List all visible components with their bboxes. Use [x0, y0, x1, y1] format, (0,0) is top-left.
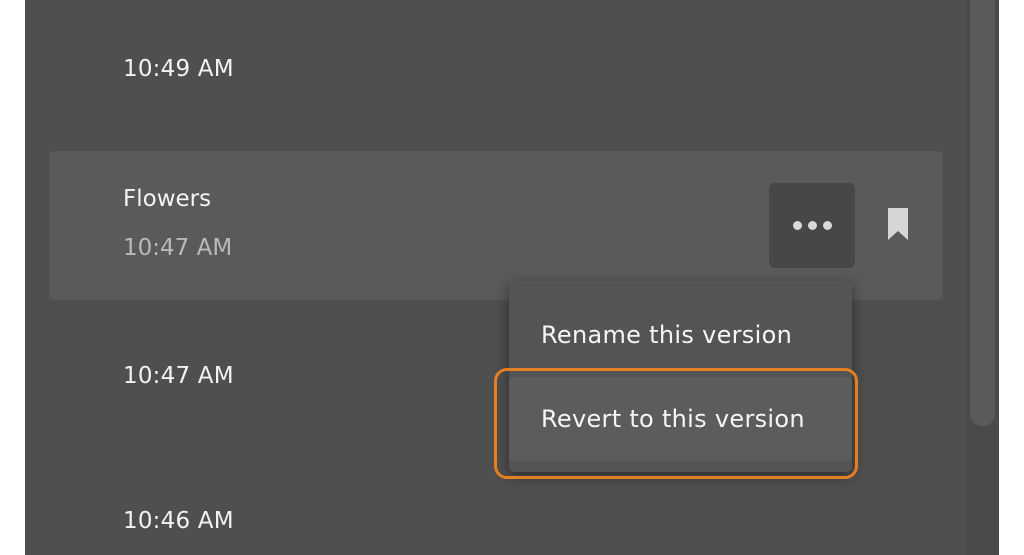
- version-history-panel: 10:49 AM Flowers 10:47 AM 10:47 AM 10:46…: [25, 0, 999, 555]
- version-time: 10:47 AM: [123, 363, 234, 389]
- version-time: 10:49 AM: [123, 56, 234, 82]
- version-time: 10:47 AM: [123, 235, 233, 261]
- version-item[interactable]: 10:49 AM: [25, 0, 965, 145]
- more-options-button[interactable]: [769, 183, 855, 268]
- ellipsis-icon: [792, 221, 802, 230]
- version-time: 10:46 AM: [123, 508, 234, 534]
- version-item-selected[interactable]: Flowers 10:47 AM: [49, 151, 943, 300]
- version-name: Flowers: [123, 186, 212, 212]
- revert-version-menu-item[interactable]: Revert to this version: [509, 377, 852, 461]
- scrollbar-thumb[interactable]: [970, 0, 995, 426]
- scrollbar-track[interactable]: [966, 0, 999, 555]
- bookmark-icon[interactable]: [887, 207, 909, 241]
- rename-version-menu-item[interactable]: Rename this version: [509, 293, 852, 377]
- version-context-menu: Rename this version Revert to this versi…: [509, 281, 852, 472]
